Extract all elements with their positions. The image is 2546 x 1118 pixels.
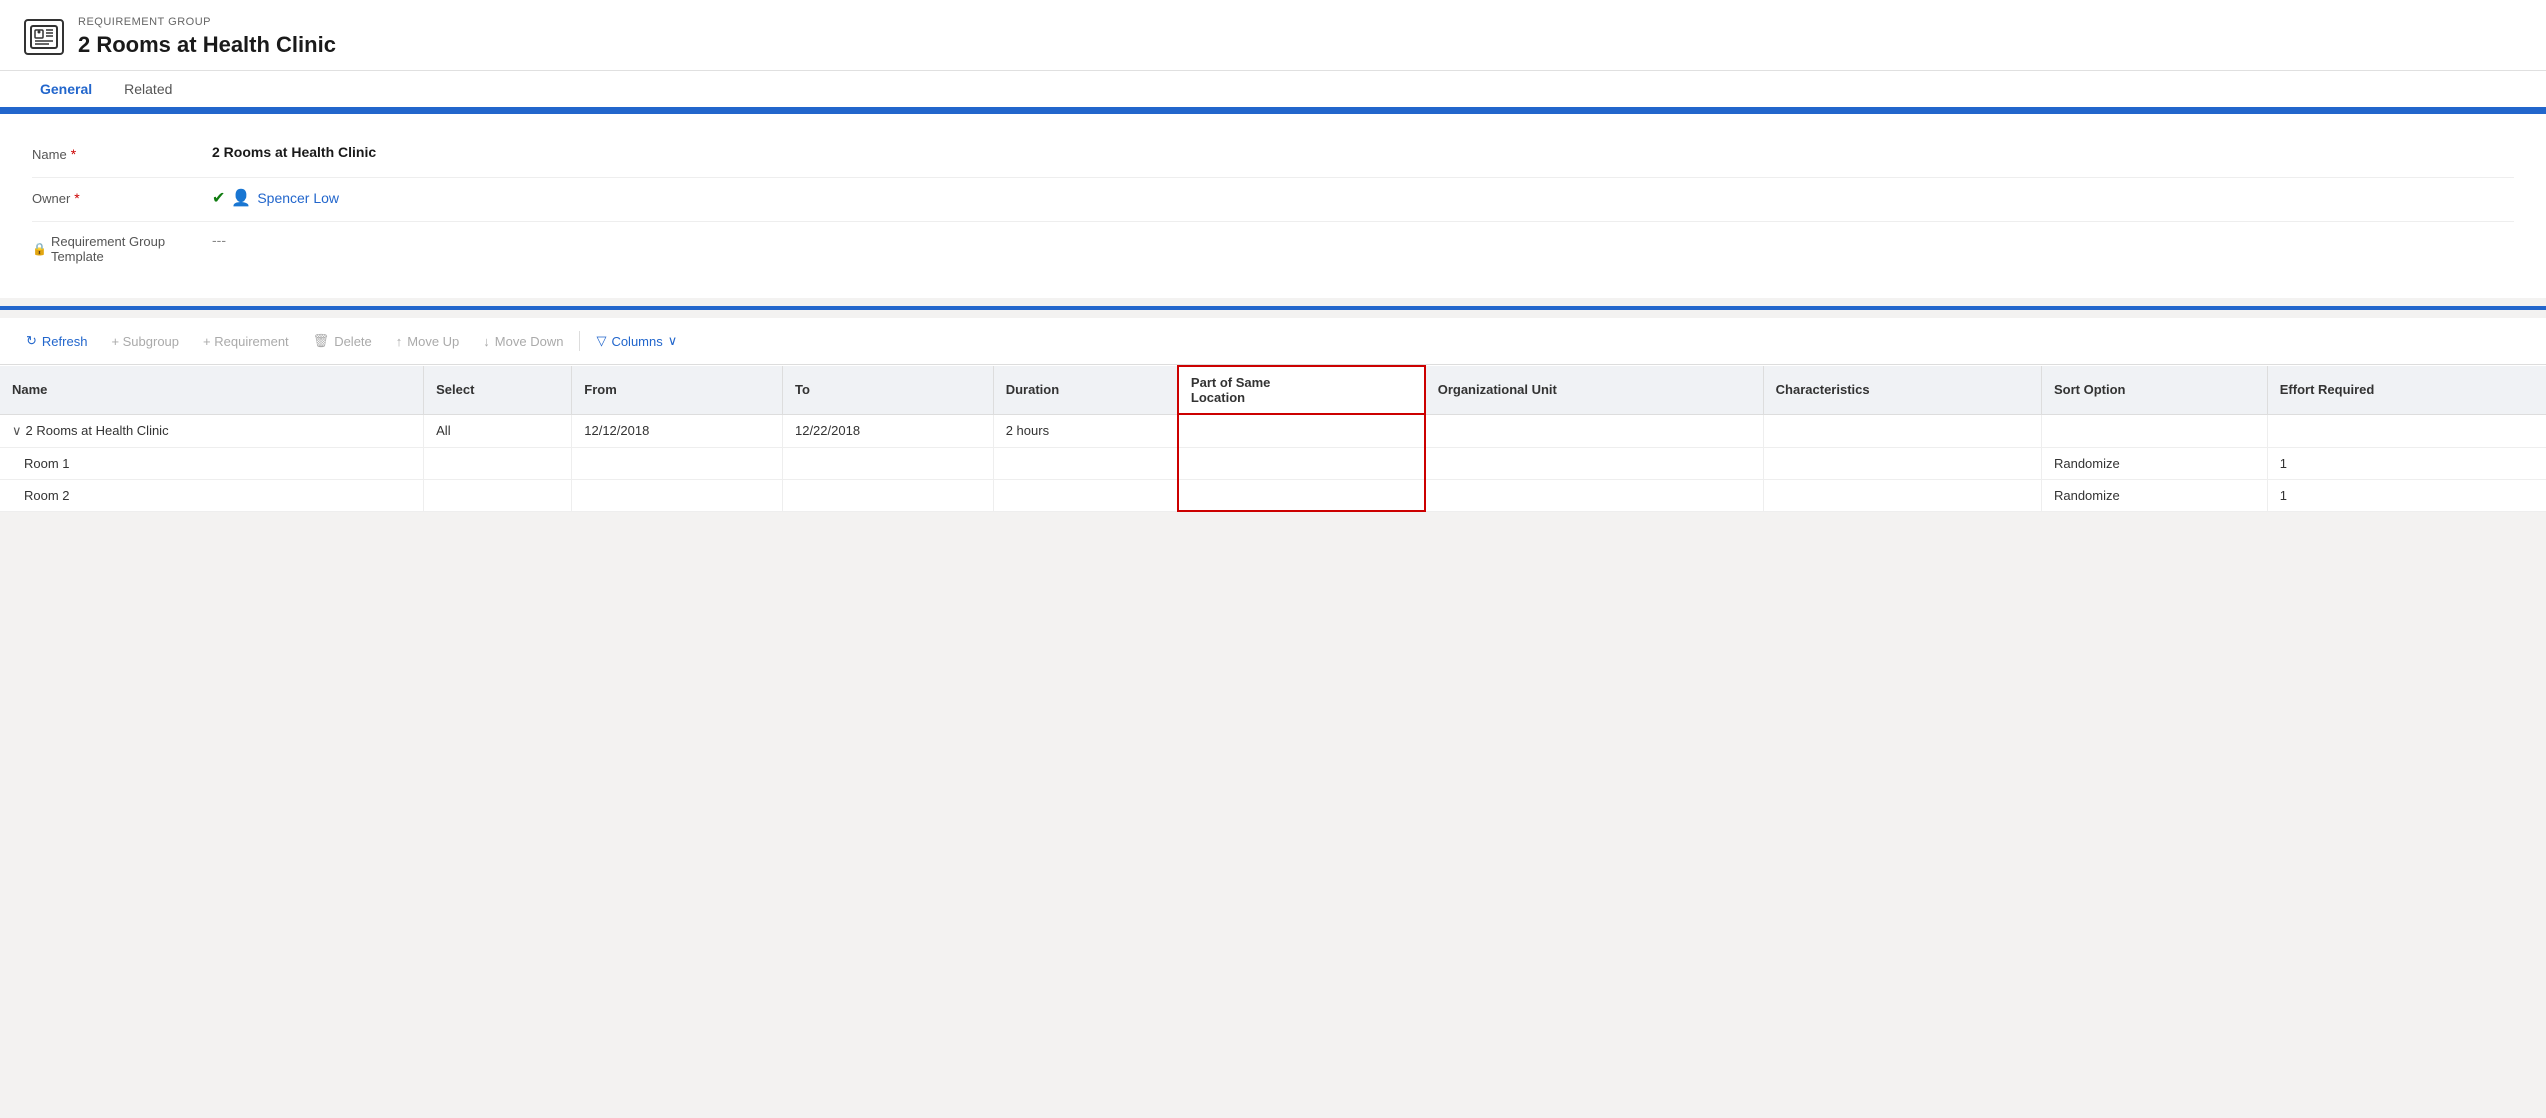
grid-toolbar: ↻ Refresh + Subgroup + Requirement 🗑 Del… [0,318,2546,365]
cell-effort-required [2267,414,2546,447]
cell-sort-option [2041,414,2267,447]
table-row[interactable]: Room 2 Randomize 1 [0,479,2546,511]
refresh-icon: ↻ [26,333,37,349]
toolbar-divider [579,331,580,351]
page-header: REQUIREMENT GROUP 2 Rooms at Health Clin… [0,0,2546,71]
move-down-icon: ↓ [483,334,490,349]
col-header-sort-option: Sort Option [2041,366,2267,414]
col-header-duration: Duration [993,366,1178,414]
cell-name: Room 1 [0,447,424,479]
table-wrapper: Name Select From To Duration Part of Sam… [0,365,2546,512]
user-icon: 👤 [231,188,251,208]
filter-icon: ▽ [596,333,606,349]
cell-from [572,447,783,479]
columns-button[interactable]: ▽ Columns ∨ [586,328,687,354]
cell-name: ∨ 2 Rooms at Health Clinic [0,414,424,447]
cell-duration: 2 hours [993,414,1178,447]
label-owner: Owner * [32,188,212,206]
move-down-button[interactable]: ↓ Move Down [473,329,573,354]
cell-org-unit [1425,447,1763,479]
col-header-from: From [572,366,783,414]
lock-icon: 🔒 [32,242,47,256]
cell-characteristics [1763,414,2041,447]
cell-duration [993,447,1178,479]
subgroup-button[interactable]: + Subgroup [101,329,189,354]
col-header-select: Select [424,366,572,414]
section-divider-2 [0,306,2546,310]
col-header-name: Name [0,366,424,414]
move-up-button[interactable]: ↑ Move Up [386,329,470,354]
cell-select [424,447,572,479]
value-template: --- [212,232,2514,248]
check-icon: ✔ [212,188,225,208]
label-template: 🔒 Requirement Group Template [32,232,212,264]
col-header-part-of-same: Part of SameLocation [1178,366,1425,414]
delete-button[interactable]: 🗑 Delete [303,328,382,354]
grid-section: ↻ Refresh + Subgroup + Requirement 🗑 Del… [0,318,2546,512]
cell-from [572,479,783,511]
delete-icon: 🗑 [313,333,330,349]
chevron-down-icon: ∨ [12,423,22,439]
table-header-row: Name Select From To Duration Part of Sam… [0,366,2546,414]
tab-general[interactable]: General [24,71,108,110]
page-title: 2 Rooms at Health Clinic [78,32,336,58]
cell-select [424,479,572,511]
value-name[interactable]: 2 Rooms at Health Clinic [212,144,2514,160]
cell-select: All [424,414,572,447]
cell-org-unit [1425,479,1763,511]
cell-from: 12/12/2018 [572,414,783,447]
cell-to [782,447,993,479]
refresh-button[interactable]: ↻ Refresh [16,328,97,354]
cell-org-unit [1425,414,1763,447]
cell-sort-option: Randomize [2041,479,2267,511]
form-row-owner: Owner * ✔ 👤 Spencer Low [32,178,2514,222]
label-name: Name * [32,144,212,162]
cell-duration [993,479,1178,511]
cell-effort-required: 1 [2267,479,2546,511]
header-icon [24,19,64,55]
col-header-org-unit: Organizational Unit [1425,366,1763,414]
cell-to [782,479,993,511]
cell-characteristics [1763,447,2041,479]
tabs-bar: General Related [0,71,2546,110]
table-row[interactable]: ∨ 2 Rooms at Health Clinic All 12/12/201… [0,414,2546,447]
requirement-button[interactable]: + Requirement [193,329,299,354]
col-header-characteristics: Characteristics [1763,366,2041,414]
form-row-template: 🔒 Requirement Group Template --- [32,222,2514,274]
cell-sort-option: Randomize [2041,447,2267,479]
tab-related[interactable]: Related [108,71,188,110]
col-header-to: To [782,366,993,414]
header-subtitle: REQUIREMENT GROUP [78,16,336,28]
value-owner[interactable]: ✔ 👤 Spencer Low [212,188,2514,208]
col-header-effort-required: Effort Required [2267,366,2546,414]
table-row[interactable]: Room 1 Randomize 1 [0,447,2546,479]
chevron-down-icon: ∨ [668,333,678,349]
cell-part-of-same [1178,414,1425,447]
move-up-icon: ↑ [396,334,403,349]
cell-characteristics [1763,479,2041,511]
form-section: Name * 2 Rooms at Health Clinic Owner * … [0,114,2546,298]
cell-part-of-same [1178,447,1425,479]
cell-effort-required: 1 [2267,447,2546,479]
cell-name: Room 2 [0,479,424,511]
form-row-name: Name * 2 Rooms at Health Clinic [32,134,2514,178]
requirements-table: Name Select From To Duration Part of Sam… [0,365,2546,512]
cell-part-of-same [1178,479,1425,511]
cell-to: 12/22/2018 [782,414,993,447]
